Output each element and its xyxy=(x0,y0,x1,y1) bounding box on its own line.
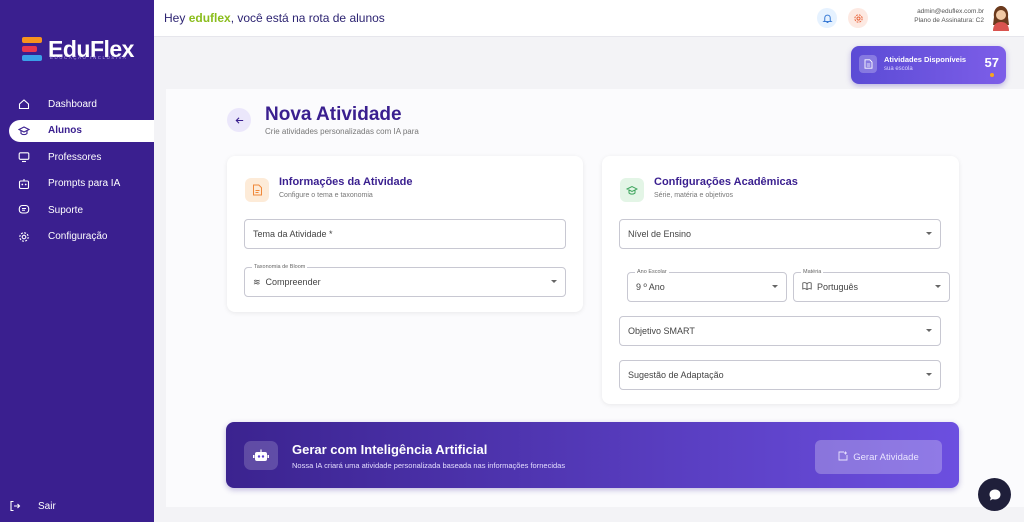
bloom-label: Taxonomia de Bloom xyxy=(252,263,308,272)
bell-icon xyxy=(821,14,833,23)
graduation-cap-icon xyxy=(18,125,30,137)
robot-icon xyxy=(244,441,278,470)
chevron-down-icon xyxy=(926,329,932,332)
generate-button-label: Gerar Atividade xyxy=(853,451,919,463)
available-activities-badge: Atividades Disponíveis sua escola 57 xyxy=(851,46,1006,84)
gear-icon xyxy=(18,231,30,243)
top-header: Hey eduflex, você está na rota de alunos… xyxy=(154,0,1024,37)
avatar[interactable] xyxy=(990,5,1012,31)
sparkle-add-icon xyxy=(838,451,848,464)
sidebar-item-professores[interactable]: Professores xyxy=(0,146,154,168)
chat-support-button[interactable] xyxy=(978,478,1011,511)
sidebar-item-suporte[interactable]: Suporte xyxy=(0,199,154,221)
user-email: admin@eduflex.com.br xyxy=(917,8,984,15)
objetivo-smart-placeholder: Objetivo SMART xyxy=(628,326,695,336)
chevron-down-icon xyxy=(926,232,932,235)
card-subtitle: Configure o tema e taxonomia xyxy=(279,192,373,199)
ano-escolar-value: 9 º Ano xyxy=(636,282,665,292)
user-info: admin@eduflex.com.br Plano de Assinatura… xyxy=(914,7,984,25)
monitor-icon xyxy=(18,151,30,163)
robot-icon xyxy=(18,178,30,190)
generate-activity-button[interactable]: Gerar Atividade xyxy=(815,440,942,474)
chevron-down-icon xyxy=(935,285,941,288)
sugestao-adaptacao-placeholder: Sugestão de Adaptação xyxy=(628,370,724,380)
chevron-down-icon xyxy=(926,373,932,376)
badge-title: Atividades Disponíveis xyxy=(884,55,967,64)
logo-mark-icon xyxy=(22,37,44,61)
logout-icon xyxy=(9,500,21,512)
notifications-button[interactable] xyxy=(817,8,837,28)
nivel-ensino-placeholder: Nível de Ensino xyxy=(628,229,692,239)
logout-label: Sair xyxy=(38,500,56,512)
ano-escolar-label: Ano Escolar xyxy=(635,268,669,277)
tema-text-field[interactable] xyxy=(253,229,534,239)
academic-config-card: Configurações Acadêmicas Série, matéria … xyxy=(602,156,959,404)
page-subtitle: Crie atividades personalizadas com IA pa… xyxy=(265,127,419,136)
nivel-ensino-select[interactable]: Nível de Ensino xyxy=(619,219,941,249)
materia-value: Português xyxy=(817,282,859,292)
file-icon xyxy=(245,178,269,202)
sidebar-item-label: Alunos xyxy=(48,125,82,136)
generate-ai-banner: Gerar com Inteligência Artificial Nossa … xyxy=(226,422,959,488)
generate-title: Gerar com Inteligência Artificial xyxy=(292,442,488,457)
card-subtitle: Série, matéria e objetivos xyxy=(654,192,733,199)
card-title: Informações da Atividade xyxy=(279,176,413,188)
bloom-value: Compreender xyxy=(265,277,321,287)
settings-button[interactable] xyxy=(848,8,868,28)
sidebar-item-dashboard[interactable]: Dashboard xyxy=(0,93,154,115)
document-icon xyxy=(859,55,877,73)
arrow-left-icon xyxy=(235,116,243,124)
sugestao-adaptacao-select[interactable]: Sugestão de Adaptação xyxy=(619,360,941,390)
badge-status-dot xyxy=(990,73,994,77)
chat-bubble-icon xyxy=(989,489,1000,500)
gear-icon xyxy=(853,13,863,23)
greeting-prefix: Hey xyxy=(164,11,189,25)
book-icon xyxy=(802,282,812,292)
sidebar-item-label: Suporte xyxy=(48,204,84,216)
materia-select[interactable]: Matéria Português xyxy=(793,268,950,302)
back-button[interactable] xyxy=(227,108,251,132)
generate-subtitle: Nossa IA criará uma atividade personaliz… xyxy=(292,461,566,470)
greeting-text: Hey eduflex, você está na rota de alunos xyxy=(164,11,385,25)
chat-icon xyxy=(18,204,30,216)
card-title: Configurações Acadêmicas xyxy=(654,176,798,188)
sidebar-nav: Dashboard Alunos Professores Prompts par… xyxy=(0,93,154,252)
bloom-select[interactable]: Taxonomia de Bloom ≋ Compreender xyxy=(244,263,566,297)
ano-escolar-select[interactable]: Ano Escolar 9 º Ano xyxy=(627,268,787,302)
sidebar-item-configuracao[interactable]: Configuração xyxy=(0,226,154,248)
page-title: Nova Atividade xyxy=(265,104,402,125)
logo-tagline: EDUCAÇÃO INCLUSIVA xyxy=(50,55,128,60)
badge-count: 57 xyxy=(984,55,999,70)
logout-button[interactable]: Sair xyxy=(9,500,56,512)
sidebar-item-label: Dashboard xyxy=(48,98,97,110)
sidebar: EduFlex EDUCAÇÃO INCLUSIVA Dashboard Alu… xyxy=(0,0,154,522)
objetivo-smart-select[interactable]: Objetivo SMART xyxy=(619,316,941,346)
materia-label: Matéria xyxy=(801,268,824,277)
greeting-suffix: , você está na rota de alunos xyxy=(230,11,385,25)
main-content: Nova Atividade Crie atividades personali… xyxy=(166,89,1024,507)
chevron-down-icon xyxy=(551,280,557,283)
layers-icon: ≋ xyxy=(253,276,261,287)
sidebar-item-prompts[interactable]: Prompts para IA xyxy=(0,173,154,195)
sidebar-item-alunos[interactable]: Alunos xyxy=(9,119,154,142)
sidebar-item-label: Configuração xyxy=(48,231,108,242)
greeting-user: eduflex xyxy=(188,11,231,25)
home-icon xyxy=(18,98,30,110)
chevron-down-icon xyxy=(772,285,778,288)
tema-input[interactable] xyxy=(244,219,566,249)
sidebar-item-label: Professores xyxy=(48,151,102,163)
user-plan: Plano de Assinatura: C2 xyxy=(914,17,984,24)
graduation-cap-icon xyxy=(620,178,644,202)
activity-info-card: Informações da Atividade Configure o tem… xyxy=(227,156,583,312)
badge-subtitle: sua escola xyxy=(884,66,913,72)
sidebar-item-label: Prompts para IA xyxy=(48,178,121,189)
